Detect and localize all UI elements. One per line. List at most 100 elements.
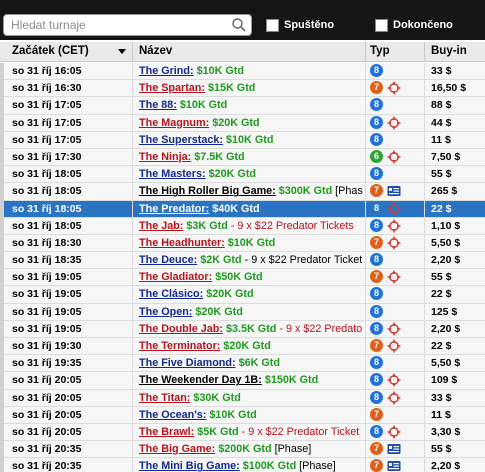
type-cell: 8 [370,321,420,337]
tournament-link[interactable]: The Gladiator: [139,271,212,283]
table-row[interactable]: so 31 říj 16:30 The Spartan: $15K Gtd 7 16,… [0,80,485,98]
started-checkbox[interactable] [266,18,279,32]
tournament-link[interactable]: The Titan: [139,392,190,404]
tournament-link[interactable]: The Ninja: [139,151,191,163]
tournament-link[interactable]: The Predator: [139,203,209,215]
column-divider[interactable] [424,42,425,62]
tournament-link[interactable]: The Mini Big Game: [139,460,240,472]
tournament-name-cell: The High Roller Big Game: $300K Gtd [Pha… [139,185,363,197]
table-size-badge: 8 [370,64,383,77]
type-cell: 8 [370,132,420,148]
table-row[interactable]: so 31 říj 18:30 The Headhunter: $10K Gtd 7… [0,234,485,253]
start-time: so 31 říj 20:05 [12,374,82,387]
tournament-link[interactable]: The Headhunter: [139,237,225,249]
table-size-badge: 8 [370,218,383,232]
finished-filter[interactable]: Dokončeno [375,17,453,33]
table-row[interactable]: so 31 říj 18:05 The Masters: $20K Gtd 8 55 … [0,166,485,184]
tournament-note: [Phase] [335,185,363,198]
tournament-link[interactable]: The Grind: [139,65,194,77]
table-size-badge: 7 [370,407,383,421]
table-row[interactable]: so 31 říj 19:05 The Open: $20K Gtd 8 125 $ [0,303,485,321]
buyin-value: 2,20 $ [431,460,461,472]
table-row[interactable]: so 31 říj 20:05 The Titan: $30K Gtd 8 33 $ [0,389,485,407]
tournament-name-cell: The Gladiator: $50K Gtd [139,271,363,283]
tournament-name-cell: The Magnum: $20K Gtd [139,117,363,129]
start-time: so 31 říj 18:05 [12,202,82,215]
table-size-badge: 8 [370,356,383,370]
table-row[interactable]: so 31 říj 19:05 The Gladiator: $50K Gtd 7 5… [0,269,485,287]
table-size-badge: 8 [373,202,379,213]
finished-label: Dokončeno [393,19,453,31]
table-size-badge: 8 [370,98,383,112]
table-row[interactable]: so 31 říj 19:05 The Double Jab: $3.5K Gtd… [0,320,485,338]
table-row[interactable]: so 31 říj 19:05 The Clásico: $20K Gtd 8 22 … [0,286,485,304]
type-cell: 7 [370,459,420,472]
tournament-link[interactable]: The High Roller Big Game: [139,185,276,197]
table-row[interactable]: so 31 říj 16:05 The Grind: $10K Gtd 8 33 $ [0,63,485,81]
search-icon[interactable] [231,17,247,33]
table-row[interactable]: so 31 říj 18:05 The Predator: $40K Gtd 8 22… [0,200,485,218]
table-size-badge: 8 [370,321,383,335]
column-divider[interactable] [365,42,366,62]
tournament-link[interactable]: The Brawl: [139,426,194,438]
tournament-link[interactable]: The Superstack: [139,134,223,146]
started-filter[interactable]: Spuštěno [266,17,334,33]
tournament-name-cell: The Five Diamond: $6K Gtd [139,357,363,369]
type-cell: 7 [370,184,420,199]
table-row[interactable]: so 31 říj 17:05 The Superstack: $10K Gtd 8… [0,131,485,149]
table-size-badge: 8 [370,373,383,387]
scrollbar[interactable] [0,63,4,472]
start-time: so 31 říj 19:30 [12,340,82,352]
crosshair-icon [387,219,401,233]
sort-descending-icon[interactable] [118,49,126,54]
column-divider [424,63,425,472]
tournament-name-cell: The Open: $20K Gtd [139,306,363,318]
table-row[interactable]: so 31 říj 20:05 The Brawl: $5K Gtd - 9 x … [0,423,485,442]
table-row[interactable]: so 31 říj 20:05 The Ocean's: $10K Gtd 7 11 … [0,406,485,424]
tournament-link[interactable]: The Jab: [139,220,183,232]
tournament-link[interactable]: The Deuce: [139,254,197,266]
tournament-link[interactable]: The Open: [139,306,192,318]
crosshair-icon [387,373,401,387]
table-row[interactable]: so 31 říj 20:35 The Mini Big Game: $100K … [0,458,485,472]
column-divider[interactable] [132,42,133,62]
guarantee-text: $10K Gtd [196,65,244,77]
finished-checkbox[interactable] [375,18,388,32]
table-size-badge: 8 [370,167,383,181]
type-cell: 8 [370,167,420,182]
tournament-link[interactable]: The Terminator: [139,340,220,352]
table-row[interactable]: so 31 říj 18:05 The Jab: $3K Gtd - 9 x $2… [0,217,485,235]
table-size-badge: 7 [370,339,383,352]
table-row[interactable]: so 31 říj 18:05 The High Roller Big Game:… [0,183,485,201]
tournament-link[interactable]: The Big Game: [139,443,215,455]
table-row[interactable]: so 31 říj 20:05 The Weekender Day 1B: $15… [0,372,485,390]
column-header-name[interactable]: Název [139,45,172,57]
tournament-link[interactable]: The Clásico: [139,288,203,300]
tournament-list: so 31 říj 16:05 The Grind: $10K Gtd 8 33 $ s… [0,63,485,472]
tournament-link[interactable]: The Double Jab: [139,323,223,335]
tournament-link[interactable]: The Masters: [139,168,206,180]
tournament-link[interactable]: The Ocean's: [139,409,206,421]
table-row[interactable]: so 31 říj 20:35 The Big Game: $200K Gtd [… [0,441,485,459]
start-time: so 31 říj 20:05 [12,425,82,438]
guarantee-text: $20K Gtd [195,305,243,318]
tournament-link[interactable]: The Weekender Day 1B: [139,374,262,386]
search-input[interactable] [4,15,251,35]
tournament-link[interactable]: The Five Diamond: [139,357,236,369]
tournament-link[interactable]: The 88: [139,99,177,111]
table-row[interactable]: so 31 říj 19:35 The Five Diamond: $6K Gtd… [0,355,485,373]
tournament-link[interactable]: The Spartan: [139,82,205,94]
column-header-start[interactable]: Začátek (CET) [12,45,89,57]
column-header-buyin[interactable]: Buy-in [431,45,467,57]
table-row[interactable]: so 31 říj 17:05 The 88: $10K Gtd 8 88 $ [0,97,485,115]
tournament-link[interactable]: The Magnum: [139,117,209,129]
table-row[interactable]: so 31 říj 17:30 The Ninja: $7.5K Gtd 6 7,50… [0,148,485,167]
table-row[interactable]: so 31 říj 18:35 The Deuce: $2K Gtd - 9 x … [0,252,485,270]
table-row[interactable]: so 31 říj 19:30 The Terminator: $20K Gtd 7… [0,338,485,356]
search-box[interactable]: Hledat turnaje [3,14,252,36]
table-row[interactable]: so 31 říj 17:05 The Magnum: $20K Gtd 8 44 $ [0,114,485,132]
column-header-type[interactable]: Typ [370,45,390,57]
phase-card-icon [387,444,401,455]
tournament-note: - 9 x $22 Predator [276,322,363,335]
guarantee-text: $15K Gtd [208,82,256,95]
